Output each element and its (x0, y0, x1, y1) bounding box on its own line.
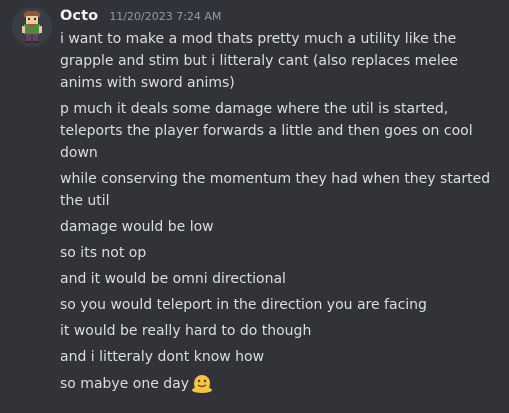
message-line-text: so mabye one day (60, 376, 190, 392)
timestamp[interactable]: 11/20/2023 7:24 AM (109, 10, 221, 23)
message-line: so its not op (60, 245, 147, 261)
message-line: damage would be low (60, 219, 214, 235)
message-line: p much it deals some damage where the ut… (60, 101, 478, 161)
message-line-last: so mabye one day (60, 372, 500, 395)
message-line: so you would teleport in the direction y… (60, 297, 427, 313)
pixel-character-avatar-icon (22, 11, 42, 43)
message-line: it would be really hard to do though (60, 323, 312, 339)
avatar[interactable] (12, 7, 52, 47)
message-line: i want to make a mod thats pretty much a… (60, 31, 463, 91)
username[interactable]: Octo (60, 8, 98, 24)
message-line: and it would be omni directional (60, 271, 286, 287)
message-line: while conserving the momentum they had w… (60, 171, 495, 209)
message-list: i want to make a mod thats pretty much a… (60, 28, 500, 399)
melting-face-icon[interactable] (191, 372, 213, 394)
message-line: and i litteraly dont know how (60, 349, 265, 365)
message-header: Octo 11/20/2023 7:24 AM (60, 5, 221, 27)
message-group: Octo 11/20/2023 7:24 AM i want to make a… (0, 0, 509, 413)
